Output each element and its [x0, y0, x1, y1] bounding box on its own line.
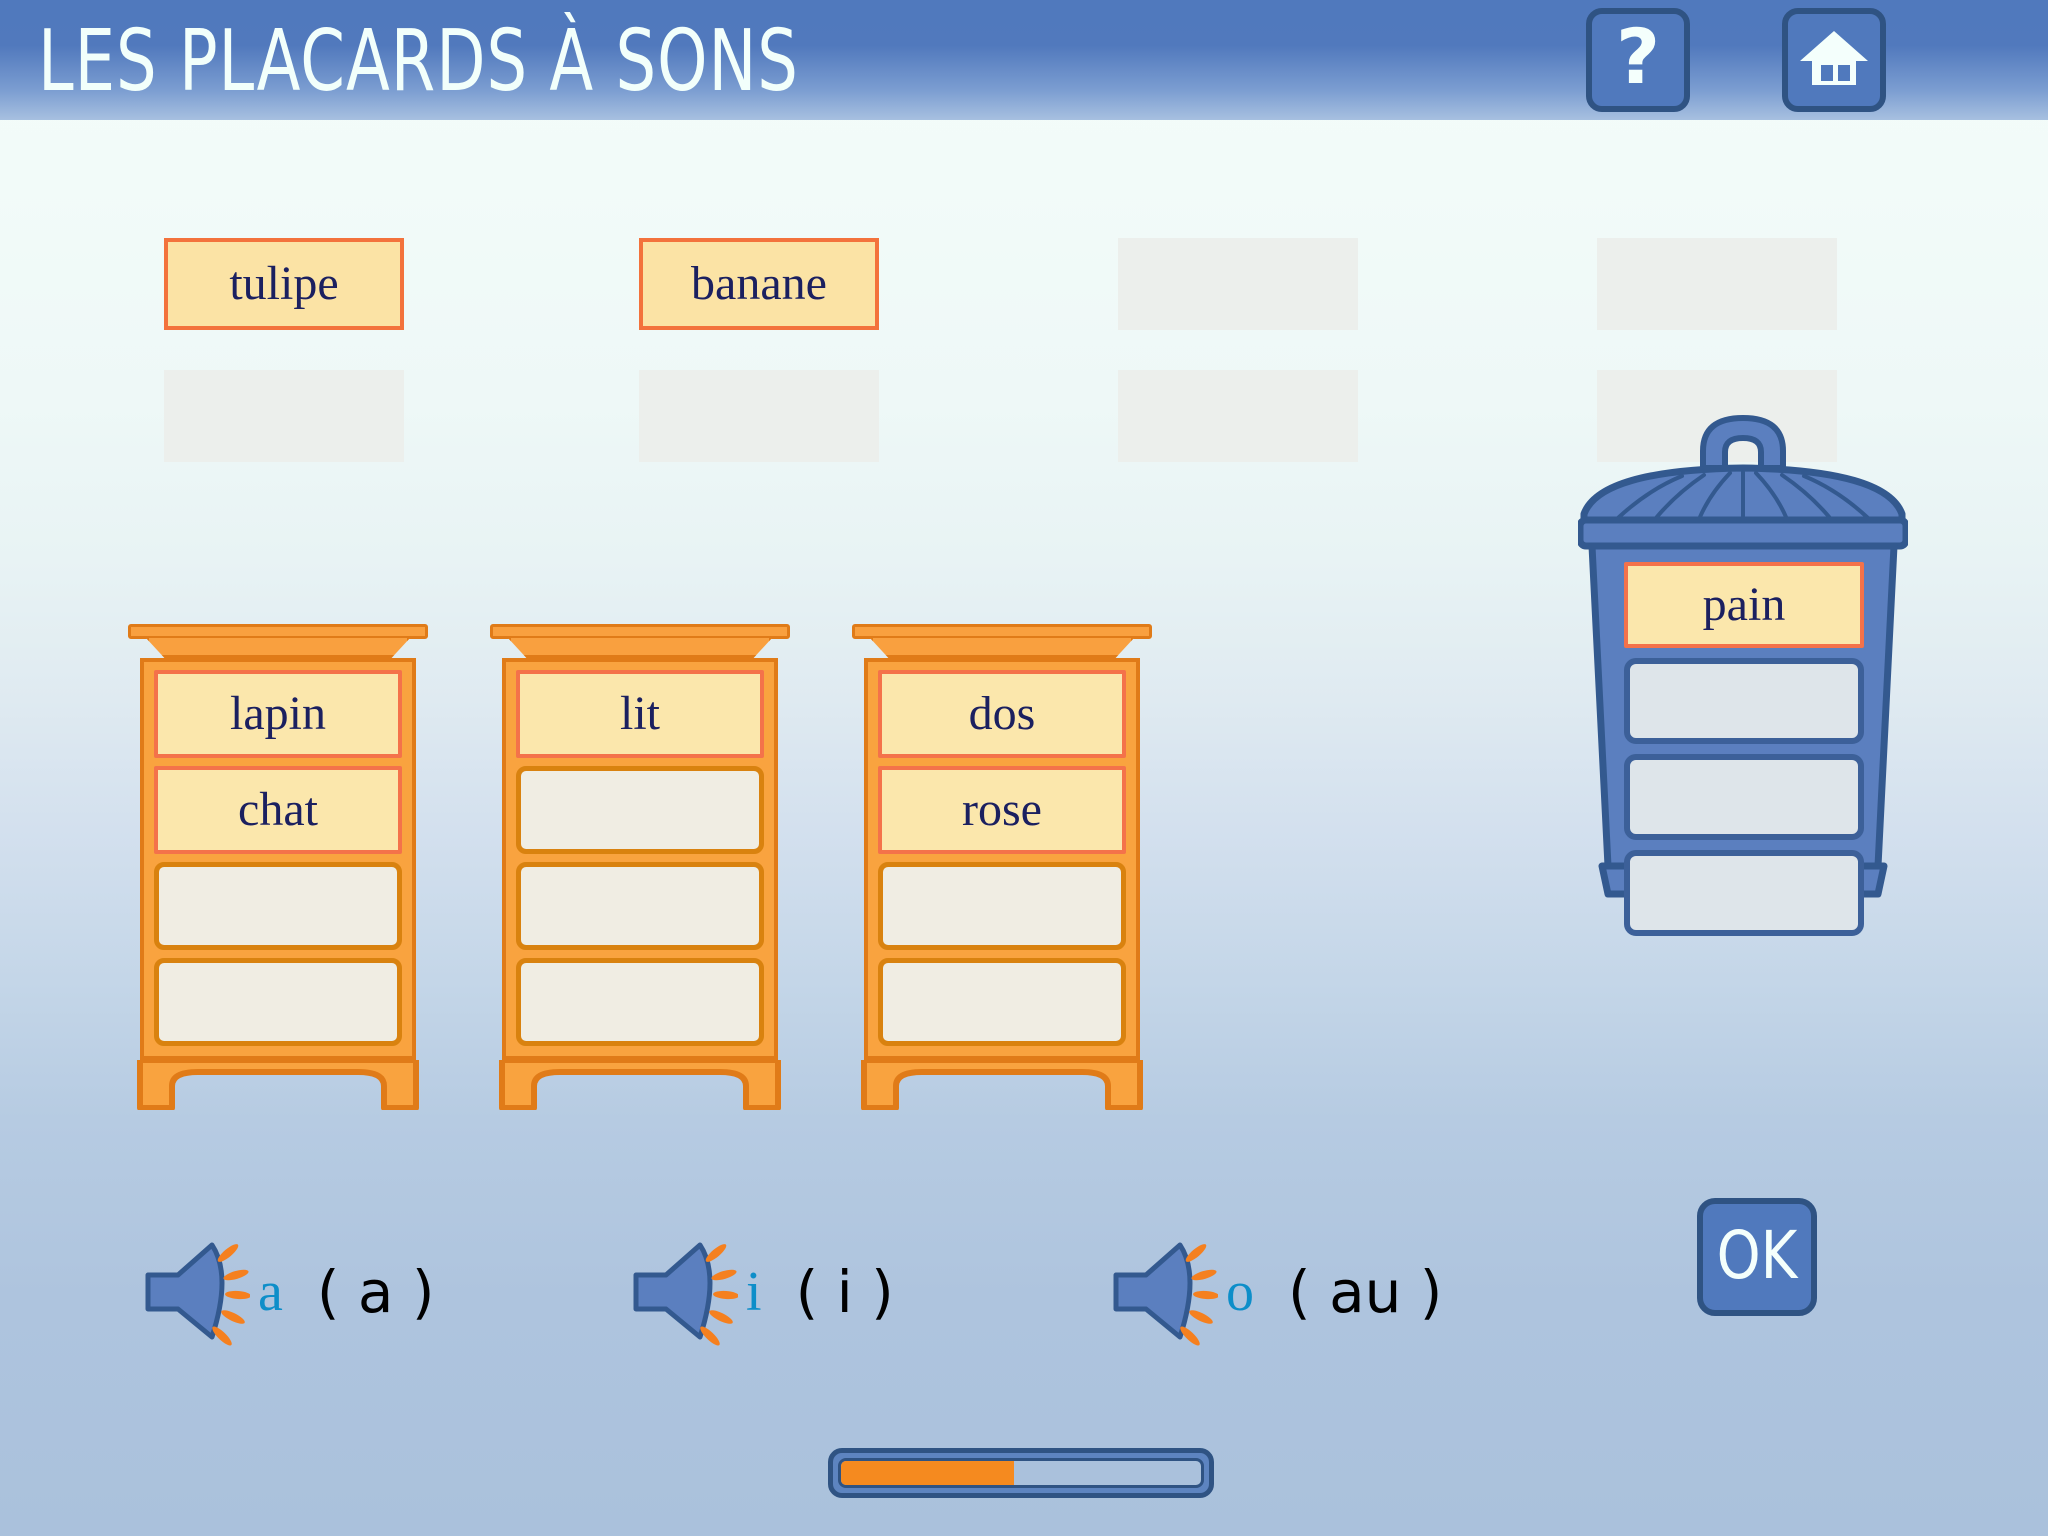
phoneme-label: o	[1226, 1261, 1254, 1323]
word-card[interactable]: banane	[639, 238, 879, 330]
progress-fill	[841, 1461, 1014, 1485]
word-slot-empty[interactable]	[164, 370, 404, 462]
question-mark-icon: ?	[1615, 12, 1661, 101]
progress-track	[838, 1458, 1204, 1488]
drawer-slot-empty[interactable]	[878, 958, 1126, 1046]
phoneme-label: a	[258, 1261, 283, 1323]
word-card[interactable]: tulipe	[164, 238, 404, 330]
drawer-slot-empty[interactable]	[878, 862, 1126, 950]
word-bank-column-3	[1118, 238, 1358, 462]
speaker-icon[interactable]	[1108, 1237, 1219, 1347]
drawer-slot[interactable]: rose	[878, 766, 1126, 854]
grapheme-label: ( a )	[316, 1258, 435, 1326]
drawer-slot-empty[interactable]	[154, 958, 402, 1046]
word-bank-column-2: banane	[639, 238, 879, 462]
word-slot-empty[interactable]	[639, 370, 879, 462]
cabinet-body: lapin chat	[140, 658, 416, 1060]
drawer-slot[interactable]: dos	[878, 670, 1126, 758]
phoneme-label: i	[746, 1261, 762, 1323]
speaker-icon[interactable]	[140, 1237, 251, 1347]
cabinet-cornice	[490, 624, 790, 658]
word-bank-column-1: tulipe	[164, 238, 404, 462]
drawer-slot[interactable]: lapin	[154, 670, 402, 758]
cabinet-body: lit	[502, 658, 778, 1060]
grapheme-label: ( i )	[795, 1258, 894, 1326]
progress-bar	[828, 1448, 1214, 1498]
drawer-word-label: rose	[962, 783, 1042, 836]
drawer-slot-empty[interactable]	[516, 958, 764, 1046]
drawer-slot-empty[interactable]	[154, 862, 402, 950]
bin-slot[interactable]: pain	[1624, 562, 1864, 648]
page-title: LES PLACARDS À SONS	[38, 12, 799, 111]
bin-slot-empty[interactable]	[1624, 850, 1864, 936]
help-button[interactable]: ?	[1586, 8, 1690, 112]
word-slot-empty[interactable]	[1597, 238, 1837, 330]
word-card-label: tulipe	[229, 257, 339, 310]
trash-bin[interactable]: pain	[1578, 396, 1908, 916]
drawer-word-label: lapin	[230, 687, 326, 740]
bin-slot-empty[interactable]	[1624, 754, 1864, 840]
cabinet-a[interactable]: lapin chat	[128, 624, 428, 1110]
cabinet-cornice	[852, 624, 1152, 658]
word-slot-empty[interactable]	[1118, 370, 1358, 462]
drawer-word-label: chat	[238, 783, 318, 836]
home-icon	[1798, 27, 1870, 94]
ok-button[interactable]: OK	[1697, 1198, 1817, 1316]
cabinet-legs	[128, 1060, 428, 1110]
sound-button-o[interactable]: o ( au )	[1108, 1232, 1442, 1352]
app-header: LES PLACARDS À SONS ?	[0, 0, 2048, 120]
drawer-slot[interactable]: lit	[516, 670, 764, 758]
home-button[interactable]	[1782, 8, 1886, 112]
drawer-slot-empty[interactable]	[516, 862, 764, 950]
ok-button-label: OK	[1716, 1218, 1798, 1295]
cabinet-legs	[490, 1060, 790, 1110]
drawer-word-label: lit	[619, 687, 660, 740]
speaker-icon[interactable]	[628, 1237, 739, 1347]
drawer-slot-empty[interactable]	[516, 766, 764, 854]
sound-button-i[interactable]: i ( i )	[628, 1232, 894, 1352]
bin-word-label: pain	[1702, 578, 1786, 631]
cabinet-o[interactable]: dos rose	[852, 624, 1152, 1110]
cabinet-legs	[852, 1060, 1152, 1110]
word-card-label: banane	[691, 257, 827, 310]
sound-button-a[interactable]: a ( a )	[140, 1232, 435, 1352]
word-slot-empty[interactable]	[1118, 238, 1358, 330]
cabinet-i[interactable]: lit	[490, 624, 790, 1110]
cabinet-cornice	[128, 624, 428, 658]
drawer-slot[interactable]: chat	[154, 766, 402, 854]
drawer-word-label: dos	[968, 687, 1036, 740]
grapheme-label: ( au )	[1288, 1258, 1443, 1326]
bin-slot-empty[interactable]	[1624, 658, 1864, 744]
cabinet-body: dos rose	[864, 658, 1140, 1060]
